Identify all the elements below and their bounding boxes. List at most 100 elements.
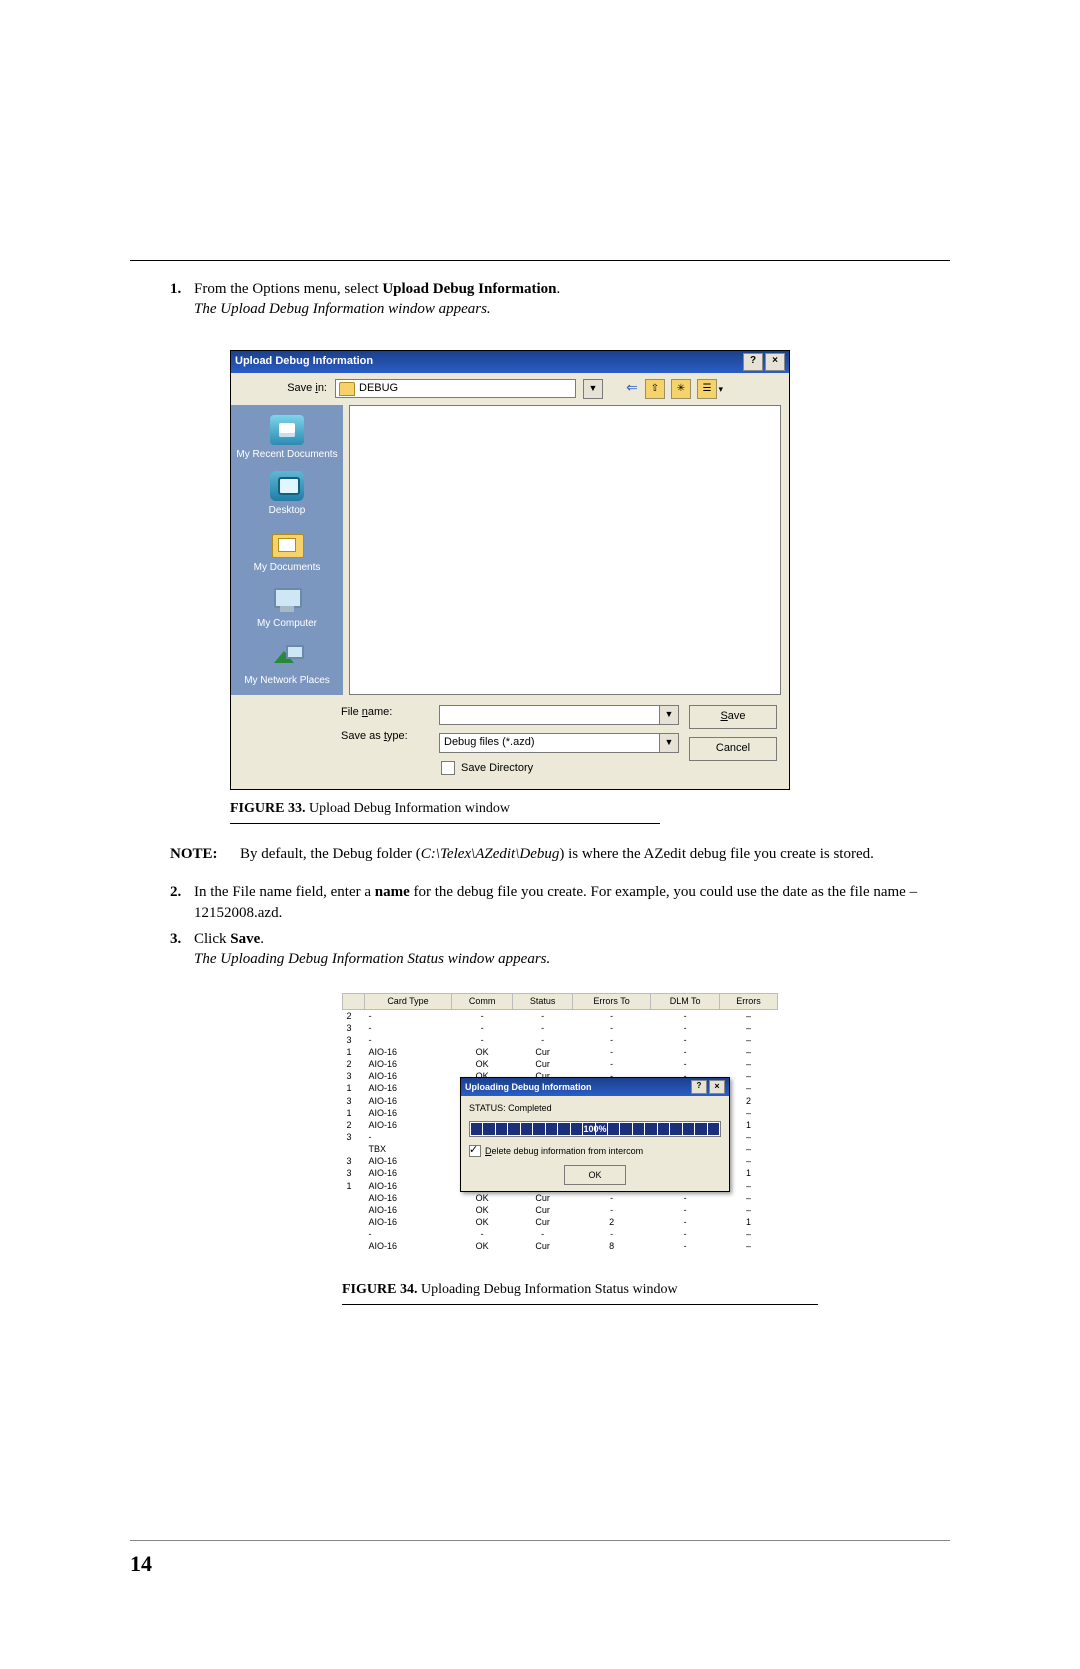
cell: - [365, 1228, 452, 1240]
label: My Recent Documents [236, 448, 337, 462]
cell: - [513, 1022, 573, 1034]
cell: TBX [365, 1143, 452, 1155]
back-icon[interactable]: ⇐ [625, 379, 639, 397]
step-1: 1. From the Options menu, select Upload … [170, 279, 950, 320]
footer: 14 [130, 1551, 152, 1577]
bottom-labels: File name: Save as type: [341, 705, 429, 776]
step-3: 3. Click Save. The Uploading Debug Infor… [170, 929, 950, 970]
cell: AIO-16 [365, 1082, 452, 1094]
bottom-controls: File name: Save as type: ▼ Debug files (… [231, 695, 789, 790]
text: By default, the Debug folder ( [240, 846, 421, 862]
new-folder-icon[interactable]: ✳ [671, 379, 691, 399]
delete-label: Delete debug information from intercom [485, 1145, 643, 1157]
cell: - [651, 1009, 720, 1022]
cell: 8 [572, 1240, 650, 1252]
cell: 2 [572, 1216, 650, 1228]
cell: - [572, 1228, 650, 1240]
ok-button[interactable]: OK [564, 1165, 626, 1185]
titlebar: Upload Debug Information ? × [231, 351, 789, 373]
cell: 2 [343, 1119, 365, 1131]
cell: - [365, 1131, 452, 1143]
text: ave Directory [468, 762, 533, 774]
figure-label: FIGURE 34. [342, 1282, 417, 1297]
saveas-label: Save as type: [341, 729, 429, 744]
chevron-down-icon[interactable]: ▼ [659, 705, 679, 725]
cell: Cur [513, 1240, 573, 1252]
cell: 1 [343, 1107, 365, 1119]
cell: AIO-16 [365, 1192, 452, 1204]
cell: – [720, 1192, 778, 1204]
cell: 2 [343, 1009, 365, 1022]
save-directory-checkbox[interactable] [441, 761, 455, 775]
places-bar: My Recent Documents Desktop My Documents [231, 405, 343, 695]
cell: - [513, 1034, 573, 1046]
chevron-down-icon[interactable]: ▼ [659, 733, 679, 753]
chevron-down-icon[interactable]: ▼ [583, 379, 603, 399]
footer-rule [130, 1540, 950, 1541]
help-button[interactable]: ? [691, 1080, 707, 1094]
places-computer[interactable]: My Computer [235, 584, 339, 631]
file-list[interactable] [349, 405, 781, 695]
cell: AIO-16 [365, 1070, 452, 1082]
status-text: STATUS: Completed [469, 1102, 721, 1114]
computer-icon [270, 584, 304, 614]
cell: - [365, 1009, 452, 1022]
cell: - [451, 1034, 512, 1046]
delete-checkbox[interactable] [469, 1145, 481, 1157]
close-button[interactable]: × [709, 1080, 725, 1094]
result-text: The Uploading Debug Information Status w… [194, 951, 550, 967]
view-menu-icon[interactable]: ☰ [697, 379, 717, 399]
cell: 2 [343, 1058, 365, 1070]
cell [343, 1192, 365, 1204]
cell: Cur [513, 1204, 573, 1216]
places-network[interactable]: My Network Places [235, 641, 339, 688]
cell: 1 [343, 1082, 365, 1094]
step-number: 2. [170, 882, 194, 923]
cell: 3 [343, 1131, 365, 1143]
cell: - [451, 1022, 512, 1034]
filename-input[interactable] [439, 705, 660, 725]
save-in-dropdown[interactable]: DEBUG [335, 379, 576, 398]
help-button[interactable]: ? [743, 353, 763, 371]
cell: – [720, 1034, 778, 1046]
places-documents[interactable]: My Documents [235, 528, 339, 575]
network-icon [270, 641, 304, 671]
table-row: 2-----– [343, 1009, 778, 1022]
dialog-title: Upload Debug Information [235, 354, 373, 369]
table-row: AIO-16OKCur2-1 [343, 1216, 778, 1228]
bottom-fields: ▼ Debug files (*.azd) ▼ Save Directory [439, 705, 679, 776]
text: Save [287, 382, 315, 394]
cell: OK [451, 1058, 512, 1070]
cell: 3 [343, 1155, 365, 1167]
cell: - [513, 1228, 573, 1240]
cell: 3 [343, 1167, 365, 1179]
cell: OK [451, 1192, 512, 1204]
close-button[interactable]: × [765, 353, 785, 371]
places-recent[interactable]: My Recent Documents [235, 415, 339, 462]
save-button[interactable]: Save [689, 705, 777, 729]
cell: OK [451, 1204, 512, 1216]
text: ame: [368, 706, 392, 718]
table-row: AIO-16OKCur8-– [343, 1240, 778, 1252]
top-rule [130, 260, 950, 261]
cell: - [572, 1022, 650, 1034]
cell: - [651, 1216, 720, 1228]
table-row: AIO-16OKCur--– [343, 1204, 778, 1216]
column-header: Status [513, 994, 573, 1009]
up-one-level-icon[interactable]: ⇧ [645, 379, 665, 399]
cell: 3 [343, 1095, 365, 1107]
cell: – [720, 1228, 778, 1240]
saveas-input[interactable]: Debug files (*.azd) [439, 733, 660, 753]
step-number: 3. [170, 929, 194, 970]
places-desktop[interactable]: Desktop [235, 471, 339, 518]
text: . [557, 281, 561, 297]
cell: AIO-16 [365, 1095, 452, 1107]
text: Click [194, 931, 230, 947]
cell: OK [451, 1216, 512, 1228]
caption-rule [230, 823, 660, 824]
cell [343, 1143, 365, 1155]
cancel-button[interactable]: Cancel [689, 737, 777, 761]
filename-row: ▼ [439, 705, 679, 725]
cell: - [651, 1046, 720, 1058]
cell: 3 [343, 1034, 365, 1046]
